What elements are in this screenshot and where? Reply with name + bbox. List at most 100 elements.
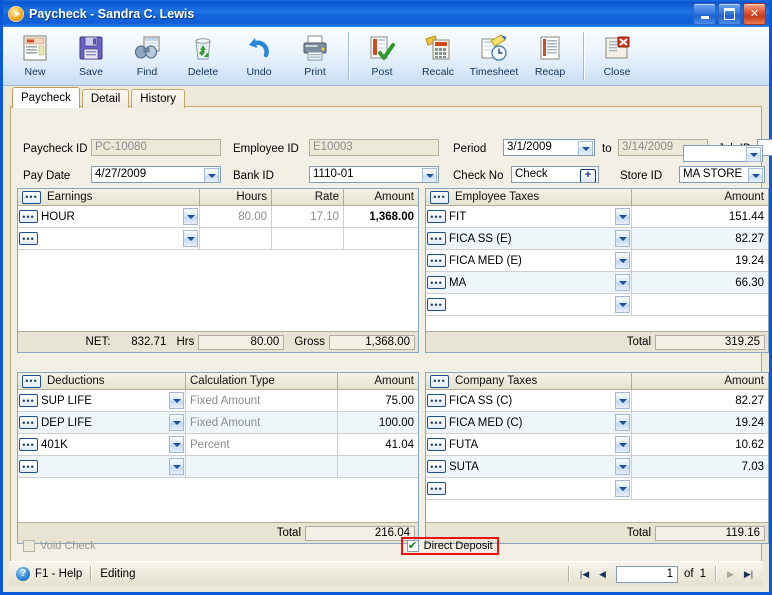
table-row[interactable]: ••• FICA MED (E) 19.24 xyxy=(426,250,768,272)
deduction-cell-calc[interactable]: Fixed Amount xyxy=(186,412,338,433)
company-tax-cell-amount[interactable]: 19.24 xyxy=(632,412,768,433)
employee-id-field[interactable]: E10003 xyxy=(309,139,439,156)
table-row[interactable]: ••• 401K Percent 41.04 xyxy=(18,434,418,456)
toolbar-button-delete[interactable]: Delete xyxy=(175,30,231,84)
chevron-down-icon[interactable] xyxy=(169,414,184,431)
table-row[interactable]: ••• xyxy=(18,456,418,478)
earnings-cell-name[interactable]: ••• HOUR xyxy=(18,206,200,227)
deduction-cell-calc[interactable]: Fixed Amount xyxy=(186,390,338,411)
chevron-down-icon[interactable] xyxy=(578,141,593,155)
close-button[interactable]: ✕ xyxy=(743,3,766,25)
paycheck-id-field[interactable]: PC-10080 xyxy=(91,139,221,156)
employee-tax-cell-name[interactable]: ••• FICA SS (E) xyxy=(426,228,632,249)
row-selector-icon[interactable]: ••• xyxy=(427,254,446,267)
row-selector-icon[interactable]: ••• xyxy=(427,276,446,289)
table-row[interactable]: ••• FICA SS (E) 82.27 xyxy=(426,228,768,250)
tab-detail[interactable]: Detail xyxy=(81,89,130,108)
employee-tax-cell-amount[interactable]: 66.30 xyxy=(632,272,768,293)
table-row[interactable]: ••• FICA MED (C) 19.24 xyxy=(426,412,768,434)
company-tax-cell-name[interactable]: ••• xyxy=(426,478,632,499)
company-tax-cell-amount[interactable]: 82.27 xyxy=(632,390,768,411)
row-selector-icon[interactable]: ••• xyxy=(427,416,446,429)
bank-id-combo[interactable]: 1110-01 xyxy=(309,166,439,183)
chevron-down-icon[interactable] xyxy=(615,458,630,475)
chevron-down-icon[interactable] xyxy=(615,480,630,497)
row-selector-icon[interactable]: ••• xyxy=(427,232,446,245)
company-tax-cell-amount[interactable]: 7.03 xyxy=(632,456,768,477)
row-selector-icon[interactable]: ••• xyxy=(430,374,449,388)
chevron-down-icon[interactable] xyxy=(615,230,630,247)
chevron-down-icon[interactable] xyxy=(746,147,761,162)
job-id-combo-box[interactable] xyxy=(683,145,763,162)
void-check-option[interactable]: Void Check xyxy=(23,540,96,552)
row-selector-icon[interactable]: ••• xyxy=(19,438,38,451)
employee-tax-cell-amount[interactable]: 82.27 xyxy=(632,228,768,249)
toolbar-button-post[interactable]: Post xyxy=(354,30,410,84)
deduction-cell-name[interactable]: ••• 401K xyxy=(18,434,186,455)
toolbar-button-recalc[interactable]: Recalc xyxy=(410,30,466,84)
row-selector-icon[interactable]: ••• xyxy=(19,460,38,473)
table-row[interactable]: ••• xyxy=(426,294,768,316)
earnings-cell-rate[interactable] xyxy=(272,228,344,249)
table-row[interactable]: ••• DEP LIFE Fixed Amount 100.00 xyxy=(18,412,418,434)
deduction-cell-name[interactable]: ••• DEP LIFE xyxy=(18,412,186,433)
pay-date-combo[interactable]: 4/27/2009 xyxy=(91,166,221,183)
chevron-down-icon[interactable] xyxy=(615,392,630,409)
chevron-down-icon[interactable] xyxy=(204,168,219,182)
chevron-down-icon[interactable] xyxy=(748,168,763,182)
chevron-down-icon[interactable] xyxy=(169,436,184,453)
chevron-down-icon[interactable] xyxy=(615,414,630,431)
deduction-cell-name[interactable]: ••• SUP LIFE xyxy=(18,390,186,411)
deduction-cell-name[interactable]: ••• xyxy=(18,456,186,477)
last-page-icon[interactable]: ▶| xyxy=(740,566,757,583)
row-selector-icon[interactable]: ••• xyxy=(430,190,449,204)
deduction-cell-amount[interactable]: 41.04 xyxy=(338,434,418,455)
deduction-cell-amount[interactable]: 75.00 xyxy=(338,390,418,411)
table-row[interactable]: ••• HOUR 80.00 17.10 1,368.00 xyxy=(18,206,418,228)
maximize-button[interactable] xyxy=(718,3,741,25)
row-selector-icon[interactable]: ••• xyxy=(19,416,38,429)
employee-tax-cell-amount[interactable] xyxy=(632,294,768,315)
chevron-down-icon[interactable] xyxy=(615,436,630,453)
chevron-down-icon[interactable] xyxy=(615,296,630,313)
table-row[interactable]: ••• FUTA 10.62 xyxy=(426,434,768,456)
table-row[interactable]: ••• SUP LIFE Fixed Amount 75.00 xyxy=(18,390,418,412)
toolbar-button-recap[interactable]: Recap xyxy=(522,30,578,84)
toolbar-button-close[interactable]: Close xyxy=(589,30,645,84)
direct-deposit-option[interactable]: ✔ Direct Deposit xyxy=(400,537,499,555)
toolbar-button-timesheet[interactable]: Timesheet xyxy=(466,30,522,84)
row-selector-icon[interactable]: ••• xyxy=(22,374,41,388)
row-selector-icon[interactable]: ••• xyxy=(427,298,446,311)
chevron-down-icon[interactable] xyxy=(183,208,198,225)
page-number-input[interactable]: 1 xyxy=(616,565,678,583)
deduction-cell-calc[interactable]: Percent xyxy=(186,434,338,455)
earnings-cell-hours[interactable]: 80.00 xyxy=(200,206,272,227)
table-row[interactable]: ••• SUTA 7.03 xyxy=(426,456,768,478)
store-id-combo[interactable]: MA STORE xyxy=(679,166,765,183)
row-selector-icon[interactable]: ••• xyxy=(427,438,446,451)
table-row[interactable]: ••• FIT 151.44 xyxy=(426,206,768,228)
employee-tax-cell-amount[interactable]: 151.44 xyxy=(632,206,768,227)
employee-tax-cell-name[interactable]: ••• FIT xyxy=(426,206,632,227)
chevron-down-icon[interactable] xyxy=(615,274,630,291)
row-selector-icon[interactable]: ••• xyxy=(427,460,446,473)
row-selector-icon[interactable]: ••• xyxy=(19,394,38,407)
deduction-cell-amount[interactable]: 100.00 xyxy=(338,412,418,433)
help-hint[interactable]: ? F1 - Help xyxy=(9,567,90,581)
toolbar-button-save[interactable]: Save xyxy=(63,30,119,84)
deduction-cell-calc[interactable] xyxy=(186,456,338,477)
table-row[interactable]: ••• xyxy=(18,228,418,250)
company-tax-cell-name[interactable]: ••• FICA SS (C) xyxy=(426,390,632,411)
toolbar-button-find[interactable]: Find xyxy=(119,30,175,84)
next-page-icon[interactable]: ▶ xyxy=(722,566,739,583)
earnings-cell-amount[interactable]: 1,368.00 xyxy=(344,206,418,227)
table-row[interactable]: ••• MA 66.30 xyxy=(426,272,768,294)
employee-tax-cell-amount[interactable]: 19.24 xyxy=(632,250,768,271)
chevron-down-icon[interactable] xyxy=(422,168,437,182)
deduction-cell-amount[interactable] xyxy=(338,456,418,477)
company-tax-cell-name[interactable]: ••• FICA MED (C) xyxy=(426,412,632,433)
void-check-checkbox[interactable] xyxy=(23,540,35,552)
row-selector-icon[interactable]: ••• xyxy=(19,210,38,223)
chevron-down-icon[interactable] xyxy=(169,458,184,475)
row-selector-icon[interactable]: ••• xyxy=(19,232,38,245)
